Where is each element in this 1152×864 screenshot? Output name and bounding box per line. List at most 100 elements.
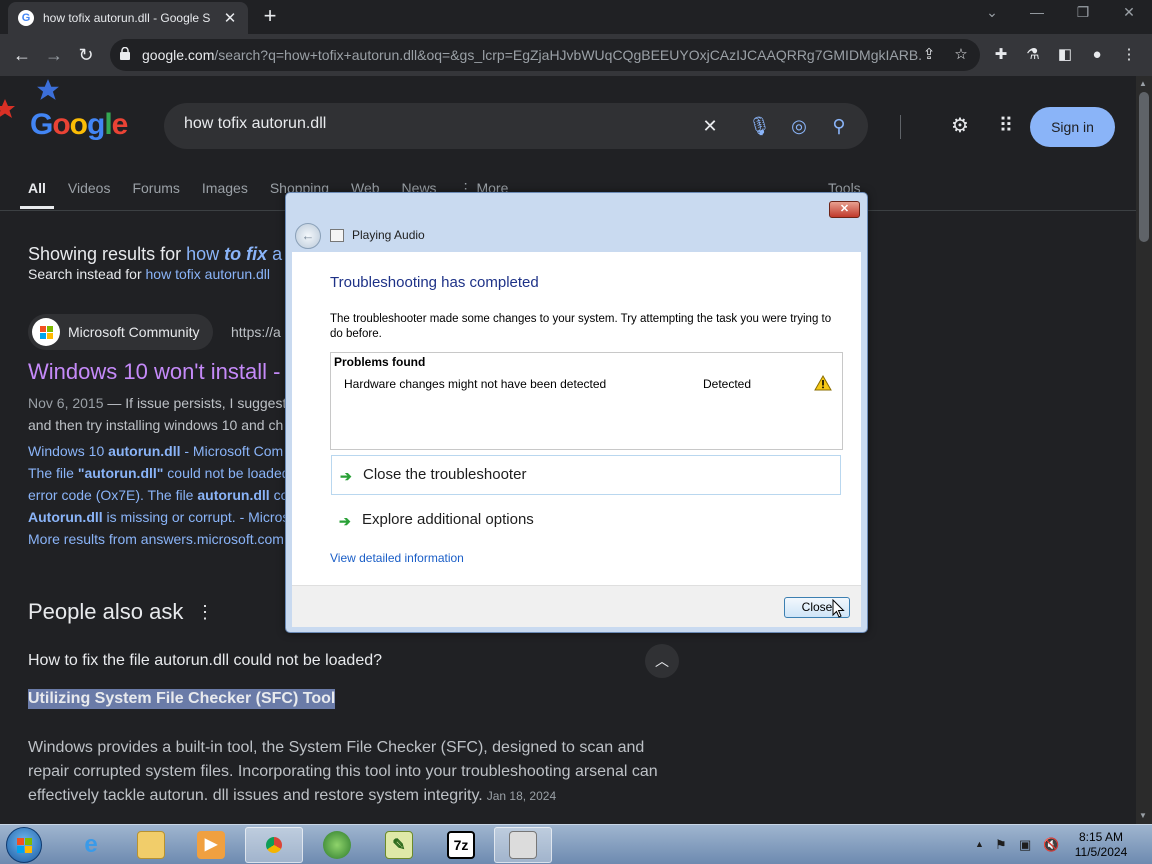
start-button[interactable] xyxy=(6,827,42,863)
problem-name: Hardware changes might not have been det… xyxy=(344,377,607,391)
forward-button[interactable]: → xyxy=(42,43,66,67)
share-icon[interactable]: ⇪ xyxy=(920,46,938,64)
filter-all[interactable]: All xyxy=(20,180,54,210)
explore-options-option[interactable]: ➔ Explore additional options xyxy=(331,501,841,541)
spelling-correction: Showing results for how to fix a xyxy=(28,244,283,264)
paa-answer-text: Windows provides a built-in tool, the Sy… xyxy=(28,739,658,804)
profile-icon[interactable]: ● xyxy=(1087,45,1107,65)
browser-toolbar: ← → ↻ google.com/search?q=how+tofix+auto… xyxy=(0,34,1152,76)
side-panel-icon[interactable]: ◧ xyxy=(1055,45,1075,65)
scroll-down-icon[interactable]: ▼ xyxy=(1139,811,1147,820)
dialog-footer: Close xyxy=(292,585,861,627)
internet-explorer-taskbar-icon[interactable]: e xyxy=(62,827,120,863)
sub-link[interactable]: The file "autorun.dll" could not be load… xyxy=(28,462,288,484)
troubleshooter-taskbar-icon[interactable] xyxy=(494,827,552,863)
back-arrow-icon[interactable]: ← xyxy=(295,223,321,249)
system-clock[interactable]: 8:15 AM 11/5/2024 xyxy=(1068,830,1134,860)
close-tab-icon[interactable]: ✕ xyxy=(222,9,238,27)
people-also-ask-heading: People also ask xyxy=(28,599,184,624)
browser-tab[interactable]: G how tofix autorun.dll - Google S ✕ xyxy=(8,2,248,34)
apps-grid-icon[interactable]: ⠿ xyxy=(994,114,1018,138)
lens-search-icon[interactable]: ◎ xyxy=(788,115,810,137)
search-input[interactable] xyxy=(184,115,684,133)
paa-options-icon[interactable]: ⋮ xyxy=(196,602,214,623)
media-player-taskbar-icon[interactable]: ▶ xyxy=(182,827,240,863)
reload-button[interactable]: ↻ xyxy=(74,43,98,67)
original-query-link[interactable]: how tofix autorun.dll xyxy=(146,266,271,282)
extensions-icon[interactable]: ✚ xyxy=(991,45,1011,65)
lock-icon xyxy=(120,47,130,60)
corrected-query-link[interactable]: how to fix a xyxy=(186,244,282,264)
troubleshooter-app-icon xyxy=(330,229,344,242)
doodle-star-red-icon xyxy=(0,99,15,118)
show-hidden-icons[interactable]: ▲ xyxy=(975,839,984,849)
google-logo[interactable]: Google xyxy=(30,108,128,142)
minimize-button[interactable]: — xyxy=(1025,4,1049,20)
dialog-content: Troubleshooting has completed The troubl… xyxy=(292,252,861,585)
filter-images[interactable]: Images xyxy=(202,180,248,210)
settings-gear-icon[interactable]: ⚙ xyxy=(948,114,972,138)
restore-button[interactable]: ❐ xyxy=(1071,4,1095,21)
new-tab-button[interactable]: + xyxy=(258,5,282,27)
menu-kebab-icon[interactable]: ⋮ xyxy=(1119,45,1139,65)
chevron-up-icon[interactable]: ︿ xyxy=(645,644,679,678)
paa-question[interactable]: How to fix the file autorun.dll could no… xyxy=(28,652,382,670)
view-details-link[interactable]: View detailed information xyxy=(330,551,464,565)
paa-answer-heading: Utilizing System File Checker (SFC) Tool xyxy=(28,689,336,709)
green-arrow-icon: ➔ xyxy=(340,468,352,484)
download-manager-taskbar-icon[interactable] xyxy=(308,827,366,863)
tab-search-icon[interactable]: ⌄ xyxy=(980,4,1004,21)
problem-status: Detected xyxy=(703,377,752,391)
filter-videos[interactable]: Videos xyxy=(68,180,111,210)
result-title-link[interactable]: Windows 10 won't install - xyxy=(28,359,280,385)
back-button[interactable]: ← xyxy=(10,43,34,67)
more-results-link[interactable]: More results from answers.microsoft.com xyxy=(28,528,288,550)
voice-search-icon[interactable]: 🎙 xyxy=(748,115,771,137)
troubleshooter-dialog: ✕ ← Playing Audio Troubleshooting has co… xyxy=(285,192,868,633)
result-source-name: Microsoft Community xyxy=(68,324,200,340)
file-explorer-taskbar-icon[interactable] xyxy=(122,827,180,863)
search-instead: Search instead for how tofix autorun.dll xyxy=(28,266,271,282)
network-icon[interactable]: ▣ xyxy=(1019,837,1031,853)
clock-time: 8:15 AM xyxy=(1078,830,1124,844)
volume-muted-icon[interactable]: 🔇 xyxy=(1043,837,1059,853)
result-source[interactable]: Microsoft Community xyxy=(28,314,214,350)
dialog-description: The troubleshooter made some changes to … xyxy=(330,313,832,340)
search-box[interactable]: ✕ 🎙 ◎ ⚲ xyxy=(164,103,901,149)
scrollbar-thumb[interactable] xyxy=(1139,92,1149,242)
page-scrollbar[interactable]: ▲ ▼ xyxy=(1136,76,1152,824)
dialog-close-button[interactable]: ✕ xyxy=(829,201,860,218)
result-url: https://a xyxy=(231,324,281,340)
result-snippet: Nov 6, 2015 — If issue persists, I sugge… xyxy=(28,395,287,433)
tab-strip: G how tofix autorun.dll - Google S ✕ + ⌄… xyxy=(0,0,1152,34)
address-bar[interactable]: google.com/search?q=how+tofix+autorun.dl… xyxy=(110,39,980,71)
seven-zip-taskbar-icon[interactable]: 7z xyxy=(432,827,490,863)
search-icon[interactable]: ⚲ xyxy=(828,115,850,137)
clock-date: 11/5/2024 xyxy=(1074,845,1128,859)
microsoft-logo-icon xyxy=(32,318,60,346)
action-center-flag-icon[interactable]: ⚑ xyxy=(995,837,1007,853)
labs-flask-icon[interactable]: ⚗ xyxy=(1023,45,1043,65)
problems-found-list: Problems found Hardware changes might no… xyxy=(330,352,843,450)
google-favicon-icon: G xyxy=(18,10,34,26)
tab-title: how tofix autorun.dll - Google S xyxy=(43,11,211,25)
dialog-heading: Troubleshooting has completed xyxy=(330,274,539,291)
dialog-title: Playing Audio xyxy=(352,228,425,242)
mouse-cursor-icon xyxy=(832,599,845,618)
problems-header: Problems found xyxy=(334,355,426,369)
green-arrow-icon: ➔ xyxy=(339,513,351,529)
chrome-taskbar-icon[interactable] xyxy=(245,827,303,863)
search-divider xyxy=(900,115,901,139)
close-troubleshooter-option[interactable]: ➔ Close the troubleshooter xyxy=(331,455,841,495)
notepad-plus-plus-taskbar-icon[interactable]: ✎ xyxy=(370,827,428,863)
result-sub-links: Windows 10 autorun.dll - Microsoft Com T… xyxy=(28,440,288,550)
close-window-button[interactable]: ✕ xyxy=(1117,4,1141,21)
filter-forums[interactable]: Forums xyxy=(132,180,179,210)
sub-link[interactable]: error code (Ox7E). The file autorun.dll … xyxy=(28,484,288,506)
sign-in-button[interactable]: Sign in xyxy=(1030,107,1115,147)
clear-search-icon[interactable]: ✕ xyxy=(699,115,721,137)
sub-link[interactable]: Windows 10 autorun.dll - Microsoft Com xyxy=(28,440,288,462)
scroll-up-icon[interactable]: ▲ xyxy=(1139,79,1147,88)
sub-link[interactable]: Autorun.dll is missing or corrupt. - Mic… xyxy=(28,506,288,528)
bookmark-star-icon[interactable]: ☆ xyxy=(952,46,970,64)
